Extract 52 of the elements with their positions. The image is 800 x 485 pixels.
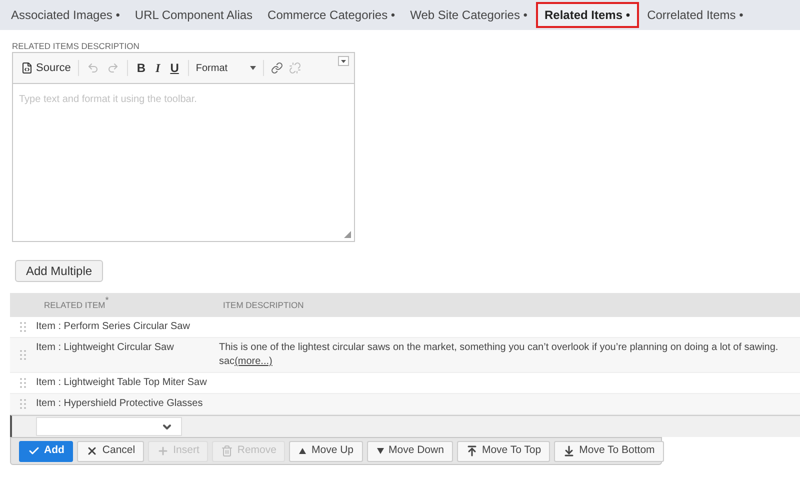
drag-handle-icon[interactable] [20,378,26,388]
tab[interactable]: Correlated Items • [640,2,750,28]
table-cell-text: Item : Lightweight Circular Saw [36,341,175,355]
close-icon [86,445,98,457]
triangle-up-icon [298,447,308,455]
field-label: RELATED ITEMS DESCRIPTION [12,40,140,52]
table-cell-text: This is one of the lightest circular saws on the market, something you can’t overlook if you’re planning on doing a lot of sawing. sac(more...) [219,341,780,369]
toolbar-button[interactable]: Move To Top [456,440,550,462]
source-button[interactable]: Source [18,60,74,76]
resize-handle-icon[interactable] [344,231,351,238]
toolbar-button[interactable]: Cancel [77,440,144,462]
tab[interactable]: Web Site Categories • [403,2,534,28]
triangle-down-icon [376,447,384,455]
unlink-icon[interactable] [288,62,301,74]
required-mark: * [105,295,109,306]
table-cell-text: Item : Lightweight Table Top Miter Saw [36,376,208,390]
tab[interactable]: Commerce Categories • [260,2,402,28]
tab[interactable]: Related Items • [536,2,640,28]
caret-icon [250,66,256,70]
column-header: ITEM DESCRIPTION [223,298,304,312]
italic-button[interactable]: I [150,59,166,77]
toolbar-button[interactable]: Move To Bottom [554,440,664,462]
trash-icon [221,445,234,457]
add-multiple-button[interactable]: Add Multiple [15,260,104,282]
check-icon [28,445,40,457]
plus-icon [157,445,170,457]
more-link[interactable]: (more...) [234,356,272,367]
link-icon[interactable] [270,62,283,74]
redo-icon[interactable] [106,62,119,74]
collapse-toolbar-button[interactable] [338,56,349,66]
arrow-to-bottom-icon [563,445,576,457]
item-select-field[interactable] [36,417,182,436]
arrow-to-top-icon [466,445,478,457]
undo-icon[interactable] [86,62,99,74]
add-button[interactable]: Add [19,440,74,462]
table-cell-text: Item : Hypershield Protective Glasses [36,397,204,411]
drag-handle-icon[interactable] [20,322,26,332]
code-file-icon [21,62,33,74]
drag-handle-icon[interactable] [20,350,26,360]
bold-button[interactable]: B [132,59,151,77]
toolbar-button[interactable]: Move Down [366,440,453,462]
table-row[interactable]: Item : Lightweight Circular Saw This is one of the lightest circular saws on the market, something you can’t overlook if you’re planning on doing a lot of sawing. sac(more...) [10,338,800,373]
underline-button[interactable]: U [165,59,184,77]
tab[interactable]: URL Component Alias [128,2,260,28]
drag-handle-icon[interactable] [20,399,26,409]
editor-text-area[interactable]: Type text and format it using the toolbar. [12,84,355,242]
toolbar-button[interactable]: Move Up [289,440,362,462]
caret-icon [341,60,346,62]
table-cell-text: Item : Perform Series Circular Saw [36,320,191,334]
format-dropdown[interactable]: Format [192,60,259,76]
table-row[interactable]: Item : Hypershield Protective Glasses [10,394,800,415]
tab[interactable]: Associated Images • [4,2,127,28]
